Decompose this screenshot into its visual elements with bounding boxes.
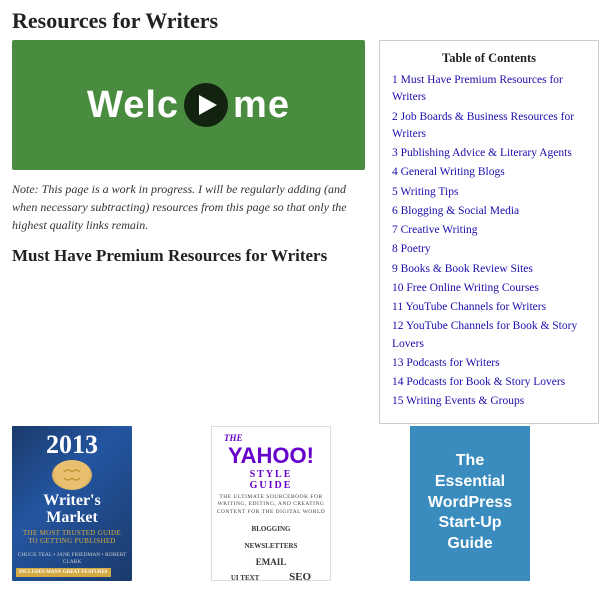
toc-link[interactable]: 5 Writing Tips — [392, 186, 458, 198]
toc-item[interactable]: 14 Podcasts for Book & Story Lovers — [392, 374, 586, 391]
toc-item[interactable]: 6 Blogging & Social Media — [392, 203, 586, 220]
toc-item[interactable]: 12 YouTube Channels for Book & Story Lov… — [392, 318, 586, 353]
yahoo-word-uitext: UI TEXT — [231, 574, 259, 581]
toc-item[interactable]: 4 General Writing Blogs — [392, 164, 586, 181]
toc-link[interactable]: 9 Books & Book Review Sites — [392, 263, 533, 275]
toc-link[interactable]: 1 Must Have Premium Resources for Writer… — [392, 74, 563, 103]
toc-link[interactable]: 6 Blogging & Social Media — [392, 205, 519, 217]
yahoo-subtitle: The Ultimate Sourcebook for Writing, Edi… — [216, 494, 326, 517]
play-button[interactable] — [184, 83, 228, 127]
toc-title: Table of Contents — [392, 51, 586, 66]
welcome-after: me — [233, 84, 290, 127]
hands-svg — [56, 464, 88, 486]
toc-link[interactable]: 7 Creative Writing — [392, 224, 478, 236]
books-section: 2013 Writer's Market The most trusted gu… — [0, 426, 611, 593]
play-icon — [199, 95, 217, 115]
toc-item[interactable]: 3 Publishing Advice & Literary Agents — [392, 145, 586, 162]
yahoo-the: THE — [224, 433, 243, 443]
book-year: 2013 — [46, 432, 98, 458]
toc-item[interactable]: 2 Job Boards & Business Resources for Wr… — [392, 109, 586, 144]
toc-item[interactable]: 9 Books & Book Review Sites — [392, 261, 586, 278]
wordpress-guide-book[interactable]: The Essential WordPress Start-Up Guide — [410, 426, 599, 581]
toc-link[interactable]: 3 Publishing Advice & Literary Agents — [392, 147, 572, 159]
welcome-before: Welc — [87, 84, 179, 127]
toc-list: 1 Must Have Premium Resources for Writer… — [392, 72, 586, 411]
page-title: Resources for Writers — [0, 0, 611, 40]
toc-item[interactable]: 7 Creative Writing — [392, 222, 586, 239]
toc-link[interactable]: 8 Poetry — [392, 243, 431, 255]
yahoo-brand: YAHOO! — [228, 443, 314, 469]
yahoo-words: BLOGGING NEWSLETTERS EMAIL UI TEXT SEO M… — [216, 520, 326, 581]
toc-item[interactable]: 1 Must Have Premium Resources for Writer… — [392, 72, 586, 107]
toc-link[interactable]: 14 Podcasts for Book & Story Lovers — [392, 376, 565, 388]
table-of-contents: Table of Contents 1 Must Have Premium Re… — [379, 40, 599, 424]
toc-link[interactable]: 10 Free Online Writing Courses — [392, 282, 539, 294]
yahoo-word-seo: SEO — [289, 571, 311, 581]
toc-link[interactable]: 12 YouTube Channels for Book & Story Lov… — [392, 320, 577, 349]
toc-item[interactable]: 15 Writing Events & Groups — [392, 393, 586, 410]
toc-link[interactable]: 11 YouTube Channels for Writers — [392, 301, 546, 313]
toc-item[interactable]: 5 Writing Tips — [392, 184, 586, 201]
toc-link[interactable]: 2 Job Boards & Business Resources for Wr… — [392, 111, 574, 140]
toc-link[interactable]: 4 General Writing Blogs — [392, 166, 505, 178]
toc-link[interactable]: 13 Podcasts for Writers — [392, 357, 500, 369]
toc-item[interactable]: 11 YouTube Channels for Writers — [392, 299, 586, 316]
yahoo-style-guide-book[interactable]: THE YAHOO! STYLE GUIDE The Ultimate Sour… — [211, 426, 400, 581]
yahoo-guide: GUIDE — [250, 480, 293, 491]
toc-link[interactable]: 15 Writing Events & Groups — [392, 395, 524, 407]
book-authors: CHUCK TEAL • JANE FRIEDMAN • ROBERT CLAR… — [12, 552, 132, 566]
book-subtitle: The most trusted guide to getting publis… — [18, 529, 126, 545]
writers-market-book[interactable]: 2013 Writer's Market The most trusted gu… — [12, 426, 201, 581]
yahoo-word-newsletters: NEWSLETTERS — [245, 542, 298, 550]
yahoo-word-blogging: BLOGGING — [252, 525, 291, 533]
premium-section-title: Must Have Premium Resources for Writers — [12, 246, 365, 266]
toc-item[interactable]: 8 Poetry — [392, 241, 586, 258]
yahoo-word-email: EMAIL — [256, 557, 287, 567]
toc-item[interactable]: 13 Podcasts for Writers — [392, 355, 586, 372]
welcome-text: Welc me — [87, 83, 290, 127]
wordpress-title: The Essential WordPress Start-Up Guide — [422, 451, 518, 555]
book-title: Writer's Market — [18, 492, 126, 527]
yahoo-style: STYLE — [250, 469, 293, 480]
toc-item[interactable]: 10 Free Online Writing Courses — [392, 280, 586, 297]
welcome-video[interactable]: Welc me — [12, 40, 365, 170]
book-icon — [52, 460, 92, 490]
note-text: Note: This page is a work in progress. I… — [12, 180, 365, 234]
book-stamp: includes many great features — [16, 568, 111, 577]
